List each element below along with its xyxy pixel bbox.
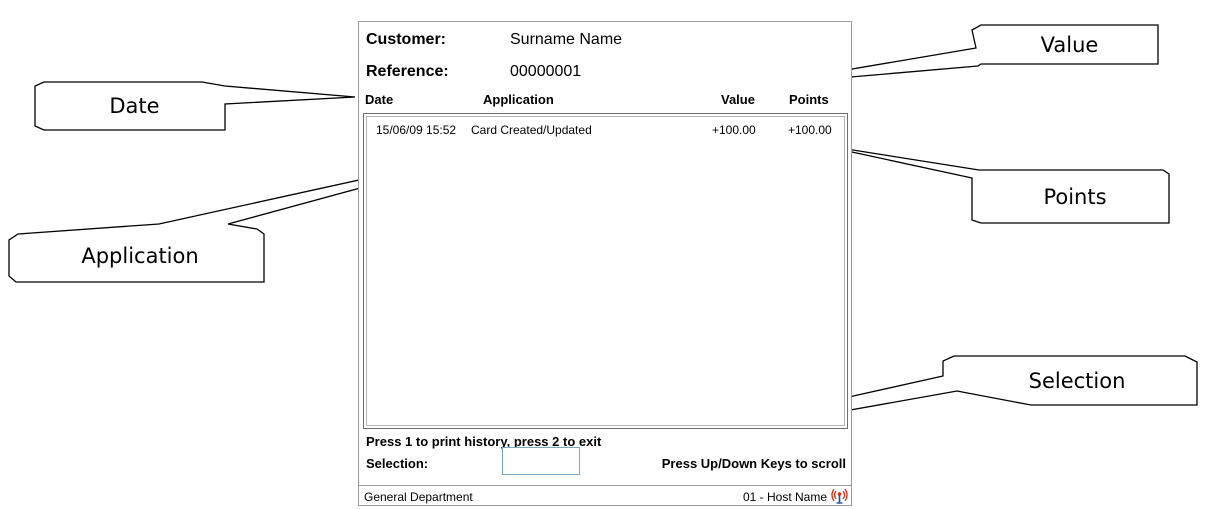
value-callout-label: Value xyxy=(1040,32,1099,57)
selection-label: Selection: xyxy=(366,456,429,471)
customer-name: Surname Name xyxy=(510,31,623,48)
history-application: Card Created/Updated xyxy=(471,123,592,137)
selection-input[interactable] xyxy=(502,447,580,475)
status-department: General Department xyxy=(364,490,473,504)
reference-label: Reference: xyxy=(366,63,449,80)
points-callout-label: Points xyxy=(1043,184,1107,209)
status-host: 01 - Host Name xyxy=(742,490,827,504)
date-callout-label: Date xyxy=(109,94,160,118)
customer-label: Customer: xyxy=(366,31,447,48)
column-header-value: Value xyxy=(721,92,755,107)
column-header-date: Date xyxy=(365,92,394,107)
reference-number: 00000001 xyxy=(510,63,582,80)
history-list-body: 15/06/09 15:52 Card Created/Updated +100… xyxy=(366,116,845,426)
application-callout-label: Application xyxy=(81,244,199,268)
history-points: +100.00 xyxy=(788,123,832,137)
scroll-hint: Press Up/Down Keys to scroll xyxy=(661,456,846,471)
signal-icon xyxy=(831,488,848,504)
history-list[interactable]: 15/06/09 15:52 Card Created/Updated +100… xyxy=(363,113,848,429)
selection-callout-label: Selection xyxy=(1028,368,1126,393)
status-bar: General Department 01 - Host Name xyxy=(359,485,851,507)
history-row[interactable]: 15/06/09 15:52 Card Created/Updated +100… xyxy=(367,120,844,138)
column-header-application: Application xyxy=(483,92,554,107)
history-date: 15/06/09 15:52 xyxy=(376,123,457,137)
column-header-points: Points xyxy=(789,92,829,107)
customer-history-screen: Customer: Surname Name Reference: 000000… xyxy=(358,21,852,506)
history-value: +100.00 xyxy=(712,123,756,137)
